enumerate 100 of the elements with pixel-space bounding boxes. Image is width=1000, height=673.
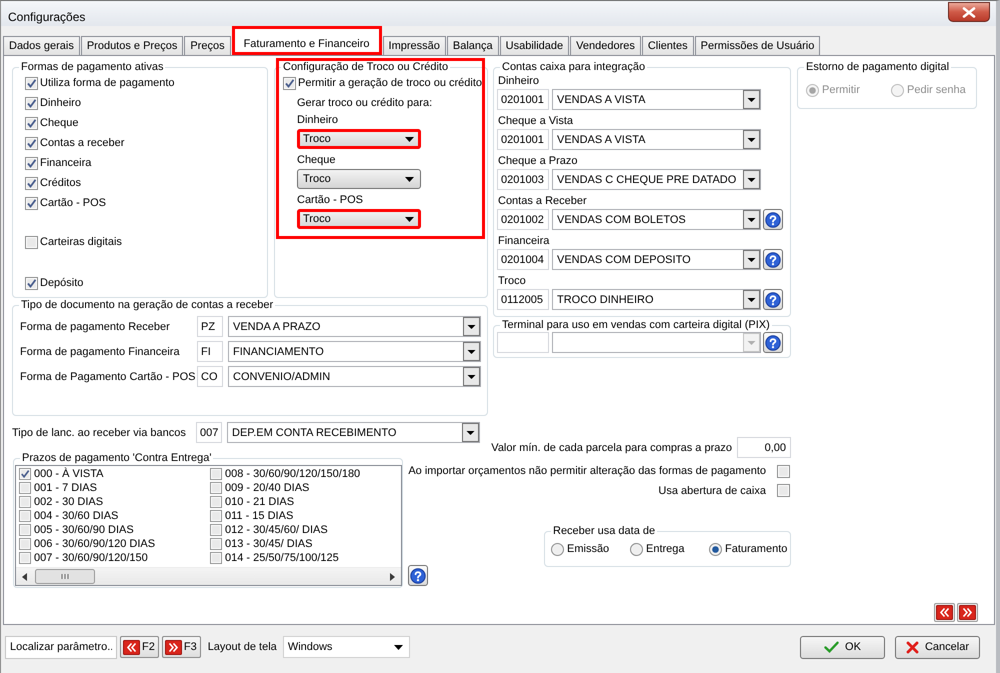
- close-button[interactable]: [948, 2, 990, 22]
- dropdown[interactable]: VENDAS A VISTA: [552, 89, 761, 110]
- field-label: Dinheiro: [498, 74, 539, 88]
- radio-button[interactable]: [551, 542, 564, 556]
- dropdown[interactable]: DEP.EM CONTA RECEBIMENTO: [227, 422, 480, 443]
- dropdown[interactable]: VENDAS C CHEQUE PRE DATADO: [552, 169, 761, 190]
- previous-button[interactable]: [934, 603, 955, 622]
- checkbox[interactable]: [210, 538, 222, 550]
- dropdown[interactable]: VENDAS COM BOLETOS: [552, 209, 761, 230]
- checkbox[interactable]: [25, 76, 38, 90]
- cross-icon: [906, 640, 919, 654]
- scrollbar-thumb[interactable]: [35, 569, 95, 584]
- code-field[interactable]: 0201001: [497, 89, 549, 110]
- checkbox[interactable]: [25, 176, 38, 190]
- tab[interactable]: Faturamento e Financeiro: [232, 26, 382, 55]
- checkbox[interactable]: [25, 96, 38, 110]
- help-button[interactable]: [763, 249, 783, 270]
- dropdown[interactable]: CONVENIO/ADMIN: [228, 366, 481, 387]
- tab[interactable]: Usabilidade: [500, 36, 570, 55]
- cancel-button[interactable]: Cancelar: [895, 636, 980, 658]
- code-field[interactable]: FI: [197, 341, 223, 362]
- tab[interactable]: Dados gerais: [3, 36, 80, 55]
- checkbox[interactable]: [19, 468, 31, 480]
- checkbox[interactable]: [210, 468, 222, 480]
- group-title: Prazos de pagamento 'Contra Entrega': [20, 451, 214, 465]
- field-label: Forma de pagamento Financeira: [20, 344, 181, 358]
- help-icon: [410, 568, 426, 584]
- checkbox[interactable]: [283, 76, 296, 90]
- dropdown[interactable]: VENDAS A VISTA: [552, 129, 761, 150]
- help-button[interactable]: [763, 209, 783, 230]
- tab[interactable]: Clientes: [642, 36, 694, 55]
- right-arrow-icon[interactable]: [390, 572, 395, 580]
- find-button[interactable]: F3: [162, 636, 201, 658]
- radio-button[interactable]: [630, 542, 643, 556]
- code-field[interactable]: 0112005: [497, 289, 549, 310]
- checkbox[interactable]: [19, 538, 31, 550]
- checkbox[interactable]: [210, 552, 222, 564]
- checkbox[interactable]: [25, 136, 38, 150]
- tab[interactable]: Vendedores: [570, 36, 641, 55]
- checkbox[interactable]: [25, 236, 38, 248]
- checkbox-label: 001 - 7 DIAS: [34, 481, 97, 495]
- checkbox[interactable]: [210, 510, 222, 522]
- checkbox[interactable]: [210, 524, 222, 536]
- dropdown[interactable]: VENDA A PRAZO: [228, 316, 481, 337]
- field-label: Dinheiro: [297, 113, 338, 127]
- checkbox[interactable]: [25, 116, 38, 130]
- checkbox[interactable]: [19, 496, 31, 508]
- double-chevron-right-icon: [164, 640, 182, 654]
- caret-icon: [405, 216, 414, 222]
- dropdown[interactable]: Troco: [297, 129, 421, 149]
- dropdown[interactable]: VENDAS COM DEPOSITO: [552, 249, 761, 270]
- code-field[interactable]: 0201002: [497, 209, 549, 230]
- dropdown[interactable]: Troco: [297, 169, 421, 189]
- tab[interactable]: Permissões de Usuário: [694, 36, 820, 55]
- code-field[interactable]: [497, 332, 549, 353]
- checkbox[interactable]: [19, 524, 31, 536]
- radio-button[interactable]: [709, 542, 722, 556]
- code-field[interactable]: 0201004: [497, 249, 549, 270]
- help-button[interactable]: [763, 289, 783, 310]
- checkbox[interactable]: [25, 196, 38, 210]
- tab[interactable]: Produtos e Preços: [80, 36, 184, 55]
- code-field[interactable]: 0201003: [497, 169, 549, 190]
- field-label: Troco: [498, 274, 526, 288]
- help-button[interactable]: [763, 332, 783, 353]
- code-field[interactable]: PZ: [197, 316, 223, 337]
- tab[interactable]: Balança: [446, 36, 499, 55]
- find-button[interactable]: F2: [120, 636, 159, 658]
- caret-icon: [405, 176, 414, 182]
- ok-button[interactable]: OK: [800, 636, 885, 658]
- checkbox[interactable]: [777, 484, 790, 497]
- value-field[interactable]: 0,00: [737, 437, 791, 458]
- dropdown[interactable]: TROCO DINHEIRO: [552, 289, 761, 310]
- radio-label: Pedir senha: [907, 83, 966, 97]
- checkbox[interactable]: [19, 552, 31, 564]
- tab[interactable]: Impressão: [382, 36, 446, 55]
- search-field[interactable]: Localizar parâmetro..: [5, 636, 117, 658]
- checkbox[interactable]: [25, 156, 38, 170]
- tab[interactable]: Preços: [184, 36, 231, 55]
- checkbox[interactable]: [25, 276, 38, 290]
- help-icon: [765, 252, 781, 268]
- help-button[interactable]: [408, 565, 428, 586]
- checkbox[interactable]: [210, 496, 222, 508]
- next-button[interactable]: [957, 603, 978, 622]
- checkbox[interactable]: [777, 464, 790, 478]
- code-field[interactable]: 0201001: [497, 129, 549, 150]
- code-field[interactable]: 007: [196, 422, 222, 443]
- checkbox[interactable]: [19, 510, 31, 522]
- checkbox-label: Usa abertura de caixa: [658, 484, 766, 498]
- checkbox[interactable]: [19, 482, 31, 494]
- code-field[interactable]: CO: [197, 366, 223, 387]
- dropdown[interactable]: Troco: [297, 209, 421, 229]
- field-label: Financeira: [498, 234, 550, 248]
- checkbox-label: 012 - 30/45/60/ DIAS: [225, 523, 328, 537]
- dropdown[interactable]: Windows: [282, 636, 410, 658]
- field-label: Contas a Receber: [498, 194, 587, 208]
- checkbox-label: 007 - 30/60/90/120/150: [34, 551, 148, 565]
- horizontal-scrollbar[interactable]: [16, 567, 401, 585]
- checkbox[interactable]: [210, 482, 222, 494]
- dropdown[interactable]: FINANCIAMENTO: [228, 341, 481, 362]
- left-arrow-icon[interactable]: [22, 572, 27, 580]
